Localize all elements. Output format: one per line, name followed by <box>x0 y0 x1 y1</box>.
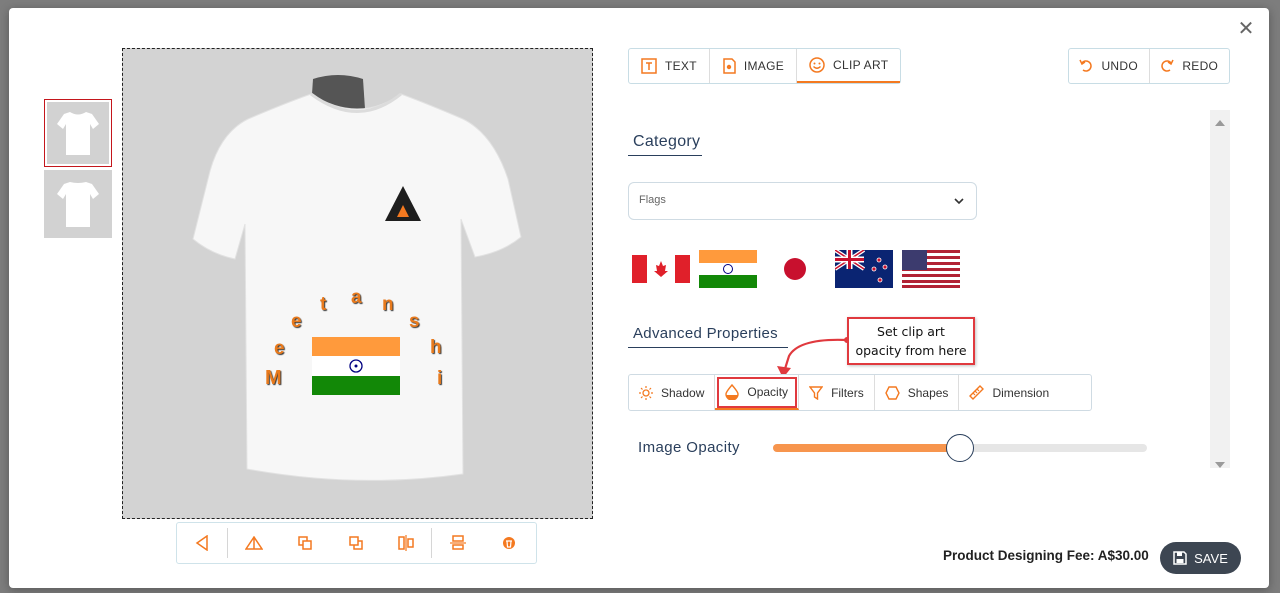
tab-opacity[interactable]: Opacity <box>715 375 800 410</box>
japan-flag[interactable] <box>766 250 824 288</box>
editor-tabs: TEXT IMAGE CLIP ART <box>628 48 902 84</box>
image-icon <box>723 58 736 74</box>
design-letter: s <box>409 311 420 332</box>
tab-shadow[interactable]: Shadow <box>629 375 716 410</box>
hexagon-icon <box>884 385 900 400</box>
designer-modal: ✕ M e e t a n s h i TEXT IMAGE CLIP ART … <box>9 8 1269 588</box>
design-letter: M <box>265 367 282 389</box>
tab-filters[interactable]: Filters <box>799 375 875 410</box>
history-controls: UNDO REDO <box>1068 48 1230 84</box>
category-underline <box>628 155 702 156</box>
bring-forward-icon[interactable] <box>279 528 330 558</box>
design-letter: t <box>320 294 327 315</box>
india-flag[interactable] <box>699 250 757 288</box>
design-letter: a <box>351 287 362 308</box>
drop-icon <box>725 383 740 400</box>
scroll-down-icon[interactable] <box>1215 462 1225 468</box>
opacity-slider-fill <box>773 444 960 452</box>
redo-icon <box>1161 59 1174 72</box>
back-view-thumbnail[interactable] <box>44 170 112 238</box>
clipart-icon <box>809 57 825 73</box>
design-letter: e <box>274 338 285 359</box>
redo-button[interactable]: REDO <box>1150 49 1230 83</box>
scroll-up-icon[interactable] <box>1215 120 1225 126</box>
design-canvas[interactable]: M e e t a n s h i <box>122 48 593 519</box>
india-flag-clipart <box>312 337 400 395</box>
align-center-icon[interactable] <box>381 528 432 558</box>
front-view-thumbnail[interactable] <box>44 99 112 167</box>
close-icon[interactable]: ✕ <box>1237 19 1255 39</box>
panel-scrollbar[interactable] <box>1210 110 1230 468</box>
text-icon <box>641 58 657 74</box>
design-letter: n <box>382 294 394 315</box>
funnel-icon <box>809 385 824 400</box>
align-middle-icon[interactable] <box>432 528 483 558</box>
flip-vertical-icon[interactable] <box>228 528 279 558</box>
advanced-property-tabs: Shadow Opacity Filters Shapes Dimension <box>628 374 1092 411</box>
opacity-slider-handle[interactable] <box>946 434 974 462</box>
floppy-icon <box>1173 551 1187 565</box>
opacity-callout: Set clip art opacity from here <box>847 317 975 365</box>
image-opacity-label: Image Opacity <box>638 439 740 456</box>
design-letter: e <box>291 311 302 332</box>
tab-text[interactable]: TEXT <box>629 49 710 83</box>
tab-shapes[interactable]: Shapes <box>875 375 960 410</box>
save-button[interactable]: SAVE <box>1160 542 1241 574</box>
new-zealand-flag[interactable] <box>835 250 893 288</box>
delete-icon[interactable] <box>483 528 534 558</box>
design-letter: i <box>437 368 443 389</box>
ruler-icon <box>969 385 985 400</box>
undo-icon <box>1079 59 1093 72</box>
tab-image[interactable]: IMAGE <box>710 49 798 83</box>
callout-arrow <box>777 337 849 378</box>
canvas-toolbar <box>176 522 537 564</box>
canada-flag[interactable] <box>632 250 690 288</box>
design-letter: h <box>430 337 442 358</box>
tab-clip-art[interactable]: CLIP ART <box>797 49 901 83</box>
send-backward-icon[interactable] <box>330 528 381 558</box>
advanced-properties-title: Advanced Properties <box>633 325 778 342</box>
designing-fee: Product Designing Fee: A$30.00 <box>943 548 1149 563</box>
usa-flag[interactable] <box>902 250 960 288</box>
category-title: Category <box>633 133 701 150</box>
advanced-underline <box>628 347 788 348</box>
undo-button[interactable]: UNDO <box>1069 49 1150 83</box>
category-select[interactable]: Flags <box>628 182 977 220</box>
chevron-down-icon <box>954 198 964 205</box>
tab-dimension[interactable]: Dimension <box>959 375 1059 410</box>
flip-horizontal-icon[interactable] <box>177 528 228 558</box>
sun-icon <box>639 385 653 400</box>
opacity-slider[interactable] <box>773 434 1147 462</box>
